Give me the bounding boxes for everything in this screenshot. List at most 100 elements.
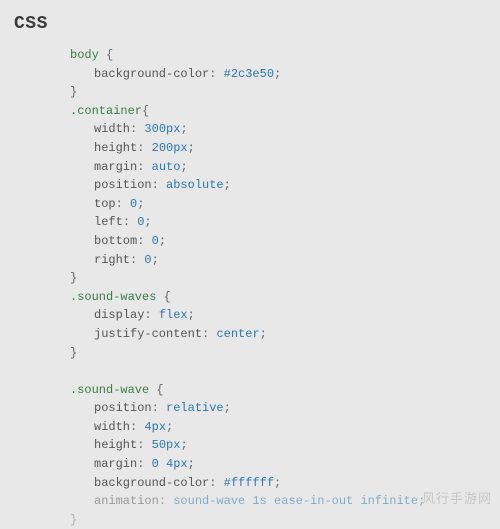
css-prop: height bbox=[94, 141, 137, 155]
code-line: } bbox=[70, 344, 500, 363]
colon: : bbox=[144, 308, 158, 322]
code-line: display: flex; bbox=[70, 306, 500, 325]
code-line: background-color: #2c3e50; bbox=[70, 65, 500, 84]
code-line: bottom: 0; bbox=[70, 232, 500, 251]
brace-open: { bbox=[156, 290, 170, 304]
code-line: margin: auto; bbox=[70, 158, 500, 177]
css-value: relative bbox=[166, 401, 224, 415]
brace-close: } bbox=[70, 346, 77, 360]
colon: : bbox=[137, 160, 151, 174]
brace-open: { bbox=[99, 48, 113, 62]
css-prop: right bbox=[94, 253, 130, 267]
watermark: 风行手游网 bbox=[422, 488, 492, 507]
colon: : bbox=[116, 197, 130, 211]
css-prop: margin bbox=[94, 457, 137, 471]
colon: : bbox=[209, 476, 223, 490]
semicolon: ; bbox=[274, 476, 281, 490]
code-line: } bbox=[70, 269, 500, 288]
css-value: auto bbox=[152, 160, 181, 174]
selector: .container bbox=[70, 104, 142, 118]
code-line: position: relative; bbox=[70, 399, 500, 418]
css-prop: margin bbox=[94, 160, 137, 174]
selector: body bbox=[70, 48, 99, 62]
css-prop: left bbox=[94, 215, 123, 229]
code-line: margin: 0 4px; bbox=[70, 455, 500, 474]
css-prop: width bbox=[94, 122, 130, 136]
colon: : bbox=[202, 327, 216, 341]
brace-close: } bbox=[70, 85, 77, 99]
selector: .sound-wave bbox=[70, 383, 149, 397]
code-line: .sound-wave { bbox=[70, 381, 500, 400]
colon: : bbox=[159, 494, 173, 508]
css-value: 0 bbox=[152, 234, 159, 248]
brace-open: { bbox=[142, 104, 149, 118]
code-line: .container{ bbox=[70, 102, 500, 121]
colon: : bbox=[137, 141, 151, 155]
semicolon: ; bbox=[180, 438, 187, 452]
colon: : bbox=[130, 122, 144, 136]
code-line: body { bbox=[70, 46, 500, 65]
semicolon: ; bbox=[274, 67, 281, 81]
css-value: 0 4px bbox=[152, 457, 188, 471]
semicolon: ; bbox=[159, 234, 166, 248]
semicolon: ; bbox=[188, 308, 195, 322]
semicolon: ; bbox=[260, 327, 267, 341]
blank-line bbox=[70, 362, 500, 381]
semicolon: ; bbox=[137, 197, 144, 211]
colon: : bbox=[123, 215, 137, 229]
css-prop: height bbox=[94, 438, 137, 452]
code-line: top: 0; bbox=[70, 195, 500, 214]
semicolon: ; bbox=[180, 160, 187, 174]
css-value: 300px bbox=[144, 122, 180, 136]
colon: : bbox=[130, 253, 144, 267]
code-line: justify-content: center; bbox=[70, 325, 500, 344]
semicolon: ; bbox=[188, 457, 195, 471]
colon: : bbox=[152, 178, 166, 192]
colon: : bbox=[137, 438, 151, 452]
page-title: CSS bbox=[0, 0, 500, 38]
css-prop: width bbox=[94, 420, 130, 434]
semicolon: ; bbox=[152, 253, 159, 267]
css-prop: background-color bbox=[94, 67, 209, 81]
css-prop: bottom bbox=[94, 234, 137, 248]
semicolon: ; bbox=[166, 420, 173, 434]
css-prop: top bbox=[94, 197, 116, 211]
code-line: right: 0; bbox=[70, 251, 500, 270]
selector: .sound-waves bbox=[70, 290, 156, 304]
css-value: 0 bbox=[144, 253, 151, 267]
css-value: 50px bbox=[152, 438, 181, 452]
code-line: } bbox=[70, 511, 500, 529]
css-value: #2c3e50 bbox=[224, 67, 274, 81]
css-value: flex bbox=[159, 308, 188, 322]
css-prop: display bbox=[94, 308, 144, 322]
code-line: left: 0; bbox=[70, 213, 500, 232]
brace-close: } bbox=[70, 513, 77, 527]
colon: : bbox=[130, 420, 144, 434]
colon: : bbox=[137, 234, 151, 248]
code-line: .sound-waves { bbox=[70, 288, 500, 307]
css-prop: justify-content bbox=[94, 327, 202, 341]
css-value: center bbox=[216, 327, 259, 341]
css-prop: position bbox=[94, 178, 152, 192]
css-code-block: body { background-color: #2c3e50; } .con… bbox=[0, 38, 500, 529]
css-value: 4px bbox=[144, 420, 166, 434]
brace-close: } bbox=[70, 271, 77, 285]
semicolon: ; bbox=[144, 215, 151, 229]
css-prop: background-color bbox=[94, 476, 209, 490]
colon: : bbox=[152, 401, 166, 415]
css-value: absolute bbox=[166, 178, 224, 192]
semicolon: ; bbox=[180, 122, 187, 136]
brace-open: { bbox=[149, 383, 163, 397]
css-value: sound-wave 1s ease-in-out infinite bbox=[173, 494, 418, 508]
semicolon: ; bbox=[188, 141, 195, 155]
semicolon: ; bbox=[224, 178, 231, 192]
code-line: width: 300px; bbox=[70, 120, 500, 139]
code-line: height: 200px; bbox=[70, 139, 500, 158]
semicolon: ; bbox=[224, 401, 231, 415]
code-line: position: absolute; bbox=[70, 176, 500, 195]
code-line: width: 4px; bbox=[70, 418, 500, 437]
colon: : bbox=[137, 457, 151, 471]
css-prop: animation bbox=[94, 494, 159, 508]
css-value: 200px bbox=[152, 141, 188, 155]
css-prop: position bbox=[94, 401, 152, 415]
